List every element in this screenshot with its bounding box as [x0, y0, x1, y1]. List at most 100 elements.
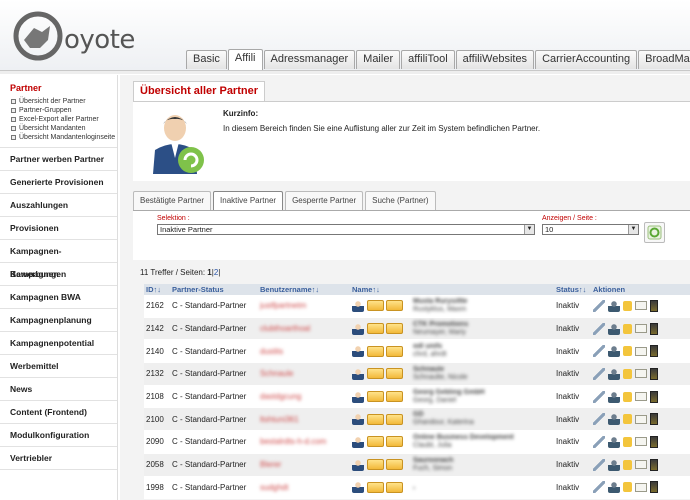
person-icon[interactable] — [352, 458, 364, 471]
mail-icon[interactable] — [635, 346, 647, 356]
sidebar-item[interactable]: Kampagnenplanung — [0, 309, 117, 332]
row-username[interactable]: clubthoarthoal — [257, 324, 349, 333]
mail-folder-icon[interactable] — [386, 481, 403, 493]
tab-broadmailcon[interactable]: BroadMailCon — [638, 50, 690, 69]
sidebar-section-partner[interactable]: Partner — [0, 75, 117, 97]
sidebar-item[interactable]: Kampagnen-Bewerbungen — [0, 240, 117, 279]
document-icon[interactable] — [650, 299, 658, 312]
folder-icon[interactable] — [367, 481, 384, 493]
login-as-partner-icon[interactable] — [608, 481, 620, 494]
mail-folder-icon[interactable] — [386, 345, 403, 357]
mail-icon[interactable] — [635, 414, 647, 424]
sidebar-item[interactable]: News — [0, 378, 117, 401]
person-icon[interactable] — [352, 322, 364, 335]
edit-icon[interactable] — [593, 390, 605, 403]
mail-folder-icon[interactable] — [386, 323, 403, 335]
row-username[interactable]: justfpartnetm — [257, 301, 349, 310]
sidebar-subitem[interactable]: Übersicht Mandanten — [11, 124, 117, 133]
sidebar-item[interactable]: Vertriebler — [0, 447, 117, 470]
tab-carrieraccounting[interactable]: CarrierAccounting — [535, 50, 638, 69]
sidebar-item[interactable]: Content (Frontend) — [0, 401, 117, 424]
lock-icon[interactable] — [623, 482, 632, 493]
mail-icon[interactable] — [635, 324, 647, 334]
col-username[interactable]: Benutzername↑↓ — [257, 284, 349, 295]
sidebar-item[interactable]: Provisionen — [0, 217, 117, 240]
mail-icon[interactable] — [635, 437, 647, 447]
login-as-partner-icon[interactable] — [608, 435, 620, 448]
lock-icon[interactable] — [623, 391, 632, 402]
tab-adressmanager[interactable]: Adressmanager — [263, 50, 356, 69]
edit-icon[interactable] — [593, 367, 605, 380]
login-as-partner-icon[interactable] — [608, 322, 620, 335]
lock-icon[interactable] — [623, 414, 632, 425]
folder-icon[interactable] — [367, 413, 384, 425]
tab-affili[interactable]: Affili — [227, 49, 263, 70]
row-username[interactable]: sudghdt — [257, 483, 349, 492]
lock-icon[interactable] — [623, 300, 632, 311]
person-icon[interactable] — [352, 367, 364, 380]
row-username[interactable]: dustits — [257, 347, 349, 356]
edit-icon[interactable] — [593, 458, 605, 471]
sidebar-item[interactable]: Modulkonfiguration — [0, 424, 117, 447]
row-username[interactable]: bestalrdts-h-d.com — [257, 437, 349, 446]
subtab[interactable]: Inaktive Partner — [213, 191, 284, 210]
folder-icon[interactable] — [367, 391, 384, 403]
mail-icon[interactable] — [635, 460, 647, 470]
sidebar-item[interactable]: Partner werben Partner — [0, 148, 117, 171]
mail-icon[interactable] — [635, 482, 647, 492]
login-as-partner-icon[interactable] — [608, 413, 620, 426]
tab-basic[interactable]: Basic — [186, 50, 227, 69]
sidebar-subitem[interactable]: Partner-Gruppen — [11, 106, 117, 115]
document-icon[interactable] — [650, 345, 658, 358]
folder-icon[interactable] — [367, 459, 384, 471]
person-icon[interactable] — [352, 435, 364, 448]
sidebar-item[interactable]: Auszahlungen — [0, 194, 117, 217]
lock-icon[interactable] — [623, 436, 632, 447]
selection-select[interactable]: Inaktive Partner ▼ — [157, 224, 535, 235]
row-username[interactable]: dastdgcung — [257, 392, 349, 401]
edit-icon[interactable] — [593, 435, 605, 448]
edit-icon[interactable] — [593, 322, 605, 335]
perpage-select[interactable]: 10 ▼ — [542, 224, 639, 235]
sidebar-item[interactable]: Kampagnen — [0, 263, 117, 286]
sidebar-subitem[interactable]: Übersicht Mandantenloginseite — [11, 133, 117, 142]
edit-icon[interactable] — [593, 345, 605, 358]
mail-folder-icon[interactable] — [386, 391, 403, 403]
login-as-partner-icon[interactable] — [608, 345, 620, 358]
lock-icon[interactable] — [623, 323, 632, 334]
document-icon[interactable] — [650, 413, 658, 426]
login-as-partner-icon[interactable] — [608, 299, 620, 312]
col-id[interactable]: ID↑↓ — [144, 284, 169, 295]
mail-icon[interactable] — [635, 301, 647, 311]
tab-mailer[interactable]: Mailer — [356, 50, 401, 69]
mail-folder-icon[interactable] — [386, 436, 403, 448]
folder-icon[interactable] — [367, 300, 384, 312]
folder-icon[interactable] — [367, 368, 384, 380]
document-icon[interactable] — [650, 435, 658, 448]
document-icon[interactable] — [650, 390, 658, 403]
mail-folder-icon[interactable] — [386, 368, 403, 380]
document-icon[interactable] — [650, 367, 658, 380]
person-icon[interactable] — [352, 413, 364, 426]
subtab[interactable]: Gesperrte Partner — [285, 191, 364, 210]
person-icon[interactable] — [352, 345, 364, 358]
sidebar-item[interactable]: Kampagnenpotential — [0, 332, 117, 355]
refresh-button[interactable] — [644, 222, 665, 243]
document-icon[interactable] — [650, 322, 658, 335]
row-username[interactable]: ltshtuni361 — [257, 415, 349, 424]
lock-icon[interactable] — [623, 459, 632, 470]
folder-icon[interactable] — [367, 436, 384, 448]
person-icon[interactable] — [352, 390, 364, 403]
mail-icon[interactable] — [635, 392, 647, 402]
person-icon[interactable] — [352, 481, 364, 494]
row-username[interactable]: Blerer — [257, 460, 349, 469]
login-as-partner-icon[interactable] — [608, 367, 620, 380]
sidebar-item[interactable]: Generierte Provisionen — [0, 171, 117, 194]
col-status[interactable]: Status↑↓ — [554, 284, 591, 295]
edit-icon[interactable] — [593, 299, 605, 312]
edit-icon[interactable] — [593, 413, 605, 426]
login-as-partner-icon[interactable] — [608, 458, 620, 471]
mail-icon[interactable] — [635, 369, 647, 379]
sidebar-item[interactable]: Kampagnen BWA — [0, 286, 117, 309]
mail-folder-icon[interactable] — [386, 300, 403, 312]
